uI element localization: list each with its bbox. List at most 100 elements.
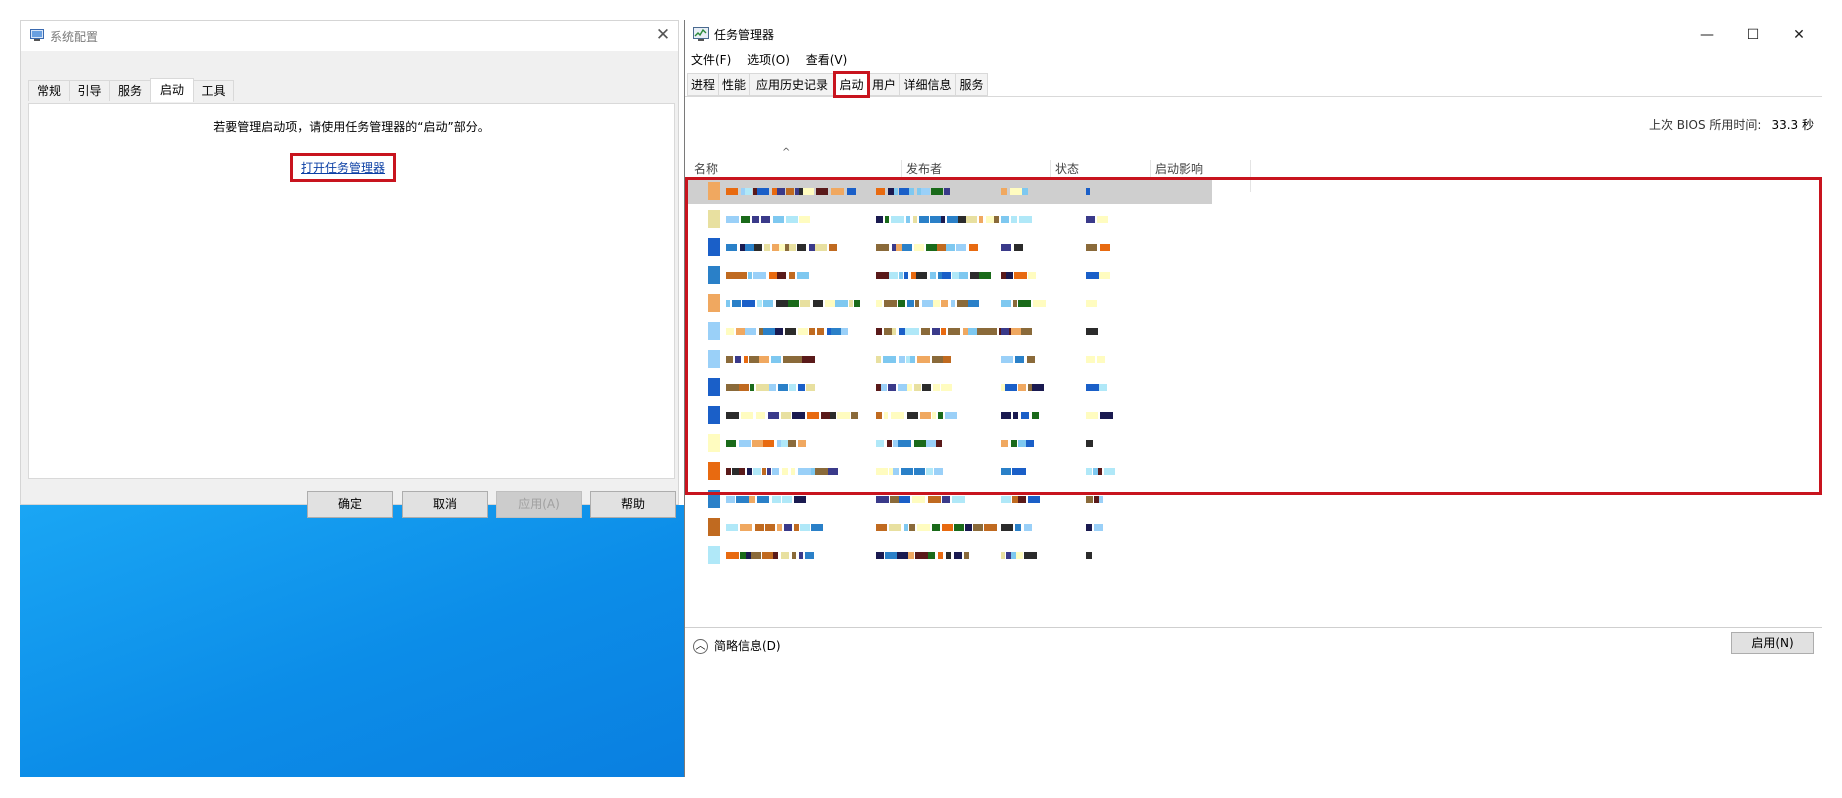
obscured-text — [777, 272, 786, 279]
minimize-button[interactable]: — — [1684, 20, 1730, 50]
tab-details[interactable]: 详细信息 — [899, 73, 956, 96]
obscured-text — [1018, 300, 1031, 307]
obscured-text — [913, 216, 917, 223]
startup-row[interactable] — [686, 516, 1821, 540]
tab-boot[interactable]: 引导 — [69, 80, 110, 101]
obscured-text — [889, 272, 898, 279]
obscured-text — [831, 188, 844, 195]
obscured-text — [788, 440, 796, 447]
obscured-text — [735, 356, 741, 363]
startup-row[interactable] — [686, 292, 1821, 316]
tab-services[interactable]: 服务 — [109, 80, 151, 101]
startup-row[interactable] — [686, 488, 1821, 512]
obscured-text — [984, 524, 997, 531]
system-config-icon — [30, 29, 44, 41]
startup-row[interactable] — [686, 208, 1821, 232]
tab-processes[interactable]: 进程 — [687, 73, 719, 96]
obscured-text — [1100, 412, 1113, 419]
obscured-text — [943, 356, 951, 363]
startup-info-text: 若要管理启动项，请使用任务管理器的“启动”部分。 — [213, 120, 490, 134]
obscured-text — [749, 496, 755, 503]
obscured-text — [1018, 440, 1026, 447]
obscured-text — [926, 244, 937, 251]
obscured-text — [764, 244, 770, 251]
obscured-text — [1099, 384, 1107, 391]
app-icon — [708, 294, 720, 312]
obscured-text — [956, 244, 966, 251]
cancel-button[interactable]: 取消 — [402, 491, 488, 518]
obscured-text — [749, 356, 759, 363]
obscured-text — [930, 272, 936, 279]
msconfig-close-button[interactable]: ✕ — [654, 25, 672, 45]
msconfig-title: 系统配置 — [50, 30, 99, 44]
startup-row[interactable] — [686, 236, 1821, 260]
maximize-button[interactable]: ☐ — [1730, 20, 1776, 50]
menu-view[interactable]: 查看(V) — [806, 53, 848, 67]
tab-startup[interactable]: 启动 — [833, 71, 870, 98]
obscured-text — [968, 328, 977, 335]
obscured-text — [899, 272, 903, 279]
menu-options[interactable]: 选项(O) — [747, 53, 790, 67]
obscured-text — [807, 412, 819, 419]
obscured-text — [954, 552, 962, 559]
obscured-text — [1001, 188, 1007, 195]
obscured-text — [739, 468, 745, 475]
startup-row[interactable] — [686, 432, 1821, 456]
obscured-text — [876, 524, 887, 531]
app-icon — [708, 546, 720, 564]
task-manager-title: 任务管理器 — [714, 28, 775, 42]
obscured-text — [922, 300, 933, 307]
fewer-details-button[interactable]: ︿ 简略信息(D) — [693, 635, 781, 657]
obscured-text — [745, 328, 756, 335]
startup-row[interactable] — [686, 180, 1212, 204]
obscured-text — [791, 468, 795, 475]
obscured-text — [876, 496, 889, 503]
startup-row[interactable] — [686, 404, 1821, 428]
obscured-text — [885, 216, 889, 223]
menu-file[interactable]: 文件(F) — [691, 53, 731, 67]
obscured-text — [1086, 440, 1093, 447]
obscured-text — [1086, 300, 1097, 307]
obscured-text — [898, 440, 911, 447]
tab-users[interactable]: 用户 — [868, 73, 900, 96]
obscured-text — [1086, 188, 1090, 195]
help-button[interactable]: 帮助 — [590, 491, 676, 518]
tab-performance[interactable]: 性能 — [718, 73, 750, 96]
startup-row[interactable] — [686, 460, 1821, 484]
obscured-text — [1086, 384, 1099, 391]
obscured-text — [736, 328, 745, 335]
obscured-text — [788, 300, 799, 307]
startup-row[interactable] — [686, 544, 1821, 568]
enable-button[interactable]: 启用(N) — [1731, 632, 1814, 654]
tab-tools[interactable]: 工具 — [193, 80, 234, 101]
tab-services[interactable]: 服务 — [955, 73, 988, 96]
startup-row[interactable] — [686, 264, 1821, 288]
startup-row[interactable] — [686, 376, 1821, 400]
ok-button[interactable]: 确定 — [307, 491, 393, 518]
obscured-text — [829, 244, 837, 251]
obscured-text — [914, 468, 925, 475]
obscured-text — [769, 272, 777, 279]
tab-startup[interactable]: 启动 — [150, 78, 194, 102]
obscured-text — [753, 272, 766, 279]
obscured-text — [1020, 468, 1026, 475]
obscured-text — [765, 524, 775, 531]
close-button[interactable]: ✕ — [1776, 20, 1822, 50]
obscured-text — [968, 300, 979, 307]
desktop-background — [20, 505, 685, 777]
obscured-text — [909, 188, 914, 195]
open-task-manager-link[interactable]: 打开任务管理器 — [289, 153, 397, 182]
startup-row[interactable] — [686, 320, 1821, 344]
obscured-text — [837, 412, 850, 419]
obscured-text — [1097, 216, 1108, 223]
msconfig-titlebar[interactable]: 系统配置 ✕ — [21, 21, 678, 51]
obscured-text — [941, 384, 952, 391]
tab-app-history[interactable]: 应用历史记录 — [749, 73, 835, 96]
obscured-text — [803, 188, 814, 195]
startup-row[interactable] — [686, 348, 1821, 372]
obscured-text — [952, 272, 959, 279]
obscured-text — [811, 524, 823, 531]
apply-button[interactable]: 应用(A) — [496, 491, 582, 518]
obscured-text — [800, 300, 810, 307]
tab-general[interactable]: 常规 — [28, 80, 70, 101]
